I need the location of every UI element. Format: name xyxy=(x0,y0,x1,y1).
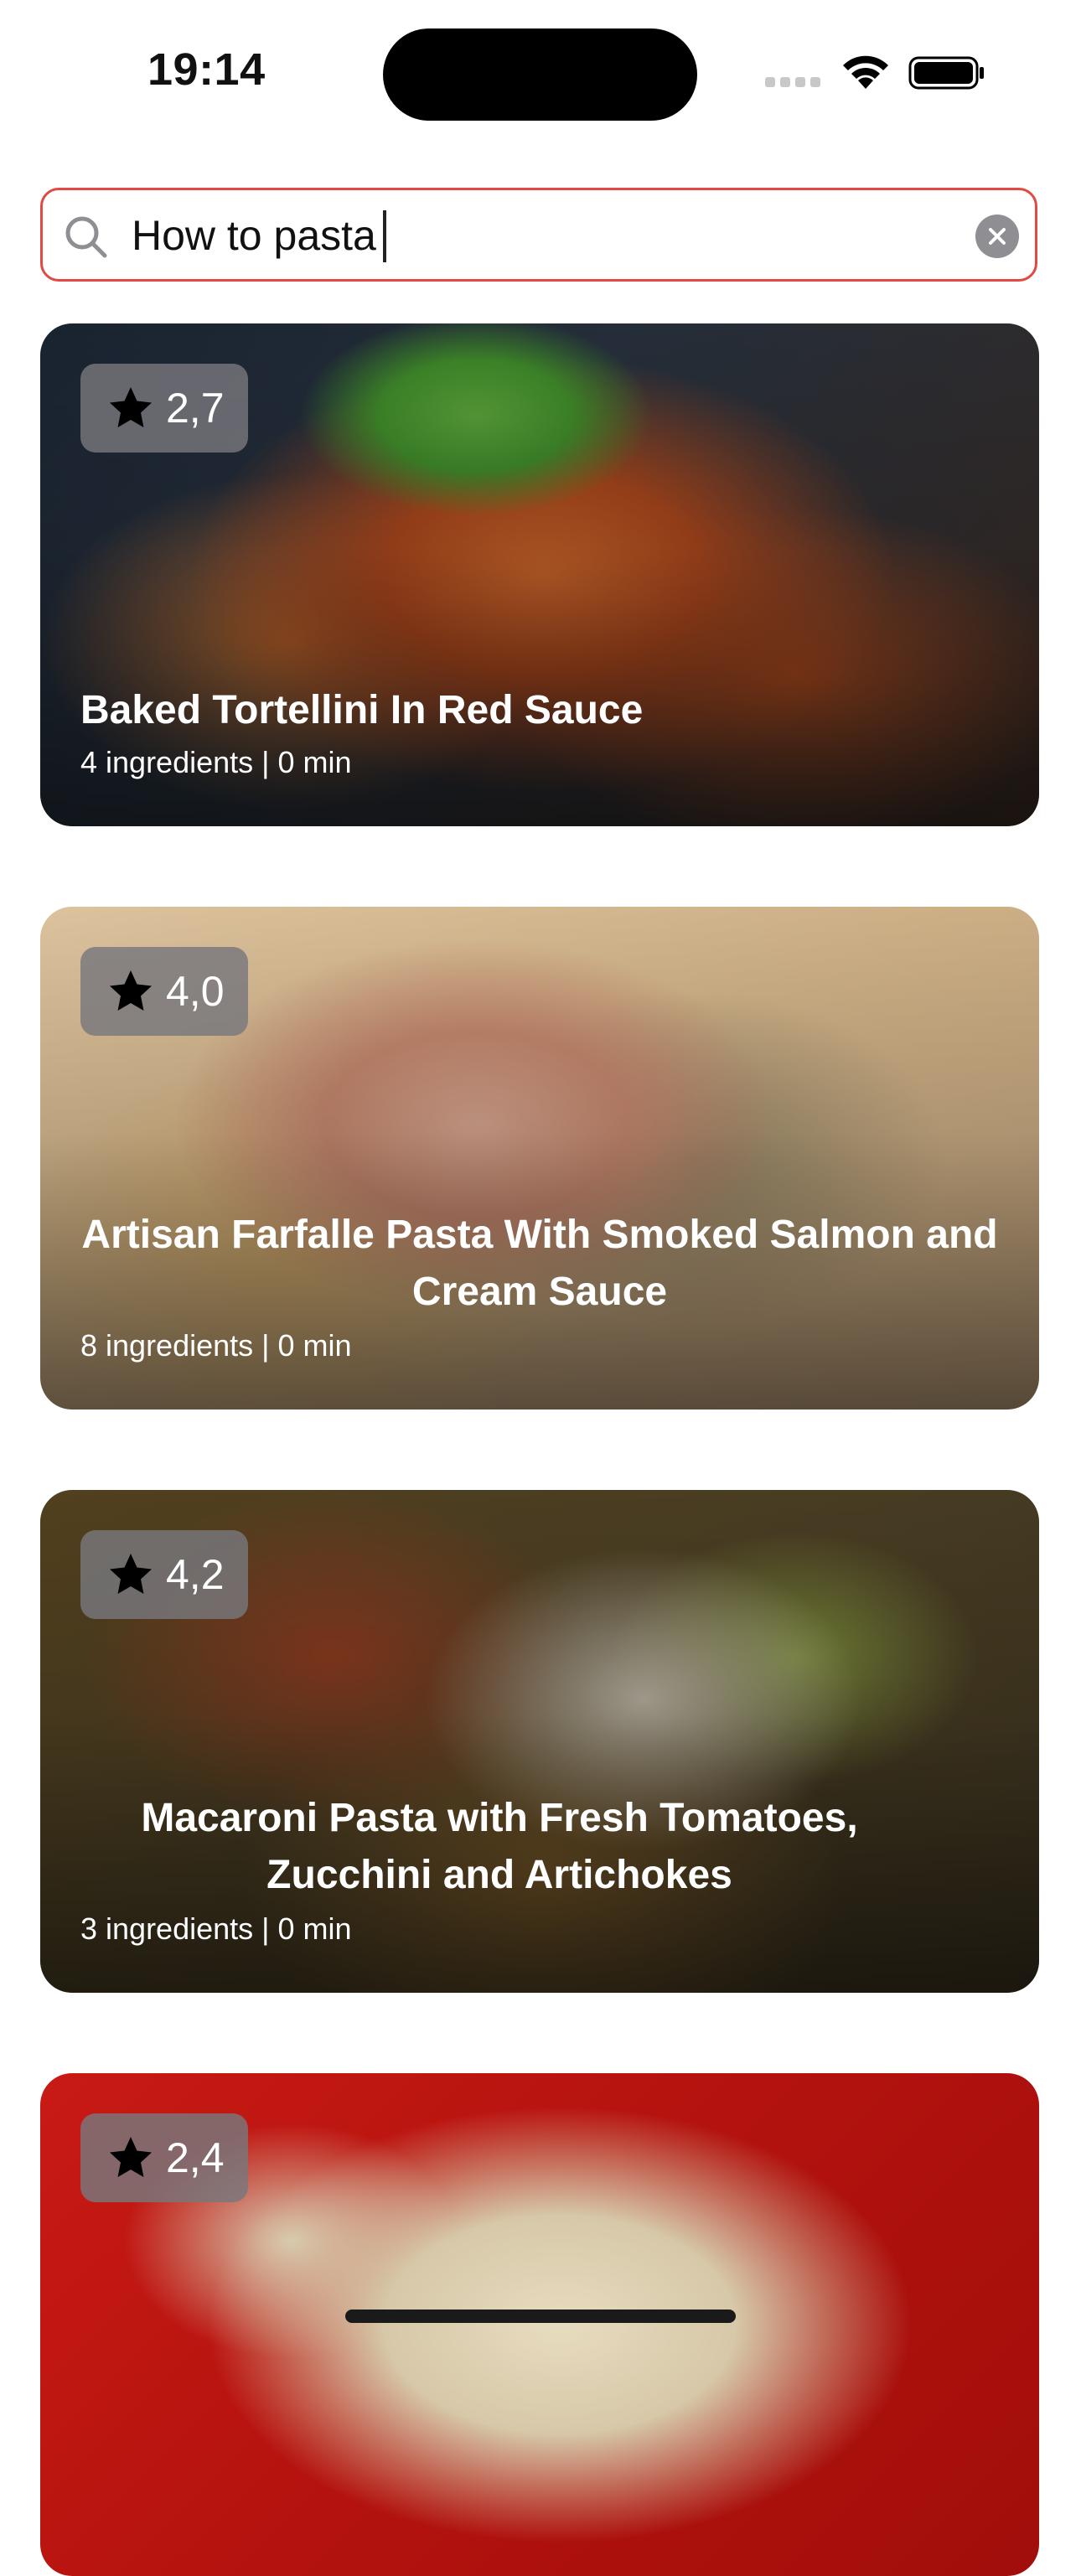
clear-x-icon xyxy=(989,228,1006,245)
star-icon xyxy=(110,387,152,427)
recipe-title: Macaroni Pasta with Fresh Tomatoes, Zucc… xyxy=(141,1796,858,1897)
search-field[interactable] xyxy=(40,188,1037,282)
status-bar: 19:14 xyxy=(0,0,1081,142)
star-icon xyxy=(110,2137,152,2177)
recipe-meta: 4 ingredients | 0 min xyxy=(80,745,352,779)
text-caret xyxy=(383,210,386,262)
rating-value: 2,7 xyxy=(166,385,225,432)
cellular-signal-icon xyxy=(765,77,824,89)
recipe-meta: 8 ingredients | 0 min xyxy=(80,1328,352,1363)
rating-badge: 2,4 xyxy=(80,2113,248,2202)
recipe-card[interactable]: 4,2 Macaroni Pasta with Fresh Tomatoes, … xyxy=(40,1490,1039,1993)
rating-badge: 4,2 xyxy=(80,1530,248,1619)
home-indicator xyxy=(345,2310,736,2323)
search-input[interactable] xyxy=(132,209,936,262)
star-icon xyxy=(110,1554,152,1594)
recipe-card[interactable]: 2,4 xyxy=(40,2073,1039,2576)
search-icon xyxy=(65,216,107,258)
star-icon xyxy=(110,970,152,1011)
dynamic-island xyxy=(383,28,697,121)
rating-value: 4,0 xyxy=(166,968,225,1015)
battery-icon xyxy=(908,56,984,90)
recipe-card[interactable]: 2,7 Baked Tortellini In Red Sauce 4 ingr… xyxy=(40,323,1039,826)
rating-badge: 2,7 xyxy=(80,364,248,453)
recipe-title: Artisan Farfalle Pasta With Smoked Salmo… xyxy=(81,1213,998,1314)
status-time: 19:14 xyxy=(147,44,266,95)
clear-search-button[interactable] xyxy=(975,215,1019,258)
rating-value: 4,2 xyxy=(166,1551,225,1598)
recipe-meta: 3 ingredients | 0 min xyxy=(80,1911,352,1946)
recipe-card[interactable]: 4,0 Artisan Farfalle Pasta With Smoked S… xyxy=(40,907,1039,1410)
wifi-icon xyxy=(843,55,888,89)
recipe-title: Baked Tortellini In Red Sauce xyxy=(80,688,644,732)
rating-value: 2,4 xyxy=(166,2134,225,2181)
rating-badge: 4,0 xyxy=(80,947,248,1036)
